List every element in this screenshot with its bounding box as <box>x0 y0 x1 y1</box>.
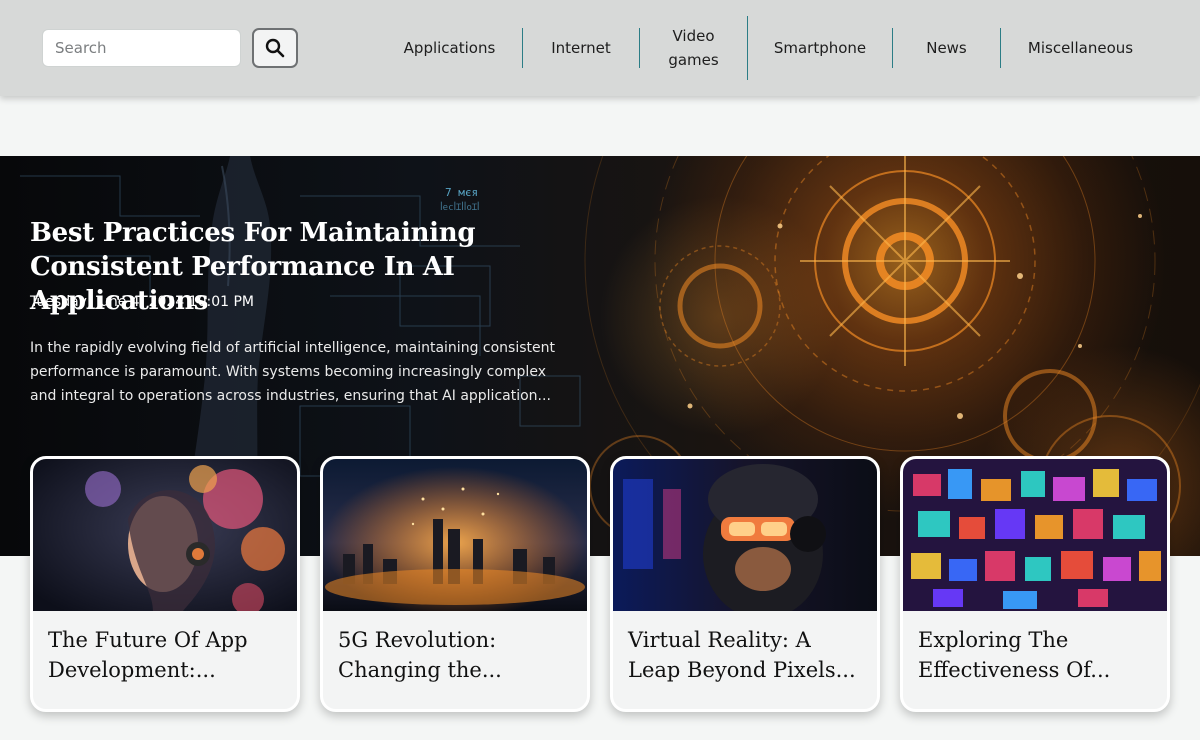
nav-item-video-games[interactable]: Video games <box>640 16 747 80</box>
article-card-title[interactable]: The Future Of App Development:... <box>33 611 297 685</box>
nav-item-news[interactable]: News <box>893 16 1000 80</box>
hero-date: Tuesday, June 4, 2024 10:01 PM <box>30 294 254 310</box>
hero-excerpt: In the rapidly evolving field of artific… <box>30 340 555 404</box>
search-icon <box>265 38 285 58</box>
hero-art-text: ꟾecꟾꞮꟾꟾoꞮꟾ <box>440 201 480 213</box>
article-card[interactable]: Exploring The Effectiveness Of... <box>900 456 1170 712</box>
nav-item-internet[interactable]: Internet <box>523 16 639 80</box>
nav-item-miscellaneous[interactable]: Miscellaneous <box>1001 16 1160 80</box>
article-thumbnail <box>323 459 587 611</box>
site-header: Applications Internet Video games Smartp… <box>0 0 1200 96</box>
search-input[interactable] <box>42 29 241 67</box>
nav-item-smartphone[interactable]: Smartphone <box>748 16 892 80</box>
article-card[interactable]: The Future Of App Development:... <box>30 456 300 712</box>
article-card[interactable]: Virtual Reality: A Leap Beyond Pixels... <box>610 456 880 712</box>
nav-item-applications[interactable]: Applications <box>377 16 522 80</box>
main-nav: Applications Internet Video games Smartp… <box>377 16 1160 80</box>
article-thumbnail <box>903 459 1167 611</box>
article-card-title[interactable]: Exploring The Effectiveness Of... <box>903 611 1167 685</box>
article-thumbnail <box>613 459 877 611</box>
article-card[interactable]: 5G Revolution: Changing the... <box>320 456 590 712</box>
article-thumbnail <box>33 459 297 611</box>
hero-art-text: 7 мєя <box>445 186 478 199</box>
article-card-title[interactable]: Virtual Reality: A Leap Beyond Pixels... <box>613 611 877 685</box>
article-card-title[interactable]: 5G Revolution: Changing the... <box>323 611 587 685</box>
search-button[interactable] <box>252 28 298 68</box>
